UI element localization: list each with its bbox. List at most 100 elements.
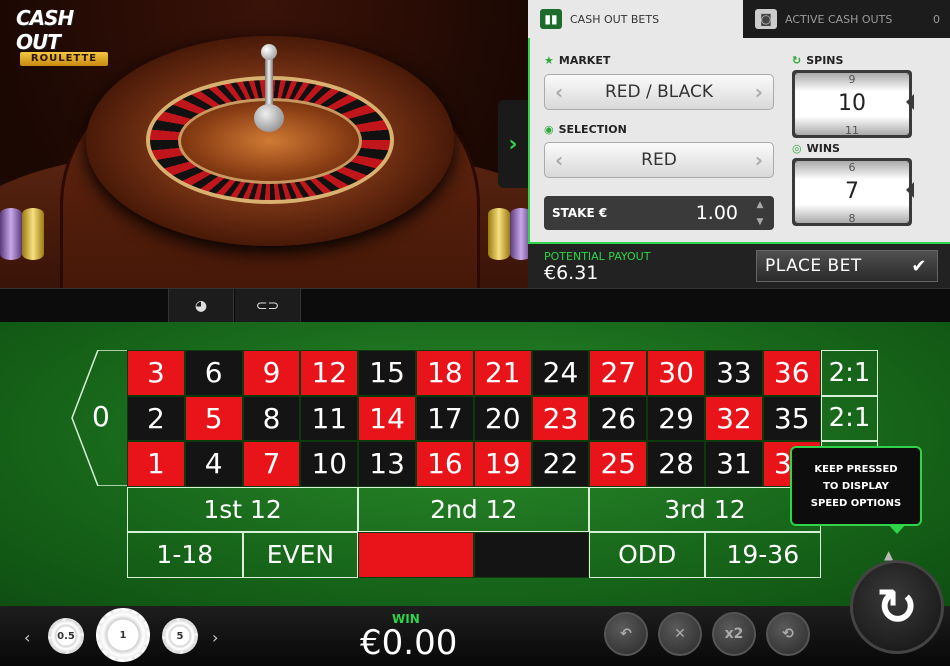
chevron-right-icon[interactable]: ›: [212, 628, 218, 647]
red-bet-cell[interactable]: [358, 532, 474, 578]
number-cell[interactable]: 25: [589, 441, 648, 487]
number-cell[interactable]: 22: [531, 441, 590, 487]
number-cell[interactable]: 35: [762, 395, 821, 441]
roulette-wheel-view: CASH OUT ROULETTE: [0, 0, 528, 288]
stake-stepper[interactable]: ▲ ▼: [746, 196, 774, 230]
chips-icon: ▮▮: [540, 9, 562, 29]
bet-form: ★ MARKET ‹ RED / BLACK › ◉ SELECTION ‹ R…: [528, 38, 950, 244]
number-cell[interactable]: 36: [762, 350, 821, 396]
number-cell[interactable]: 14: [358, 395, 416, 441]
dozen-bet-cell[interactable]: 1st 12: [127, 486, 359, 532]
wins-current: 7: [845, 179, 859, 204]
logo-subtitle: ROULETTE: [20, 52, 108, 66]
number-cell[interactable]: 32: [705, 395, 763, 441]
number-cell[interactable]: 19: [473, 441, 532, 487]
number-cell[interactable]: 11: [300, 395, 359, 441]
number-cell[interactable]: 10: [300, 441, 359, 487]
control-bar: ‹ 0.5 1 5 › WIN €0.00 ↶ ✕ x2 ⟲: [0, 606, 950, 666]
market-label-text: MARKET: [558, 54, 611, 67]
number-cell[interactable]: 8: [242, 395, 301, 441]
number-cell[interactable]: 18: [416, 350, 474, 396]
number-cell[interactable]: 6: [184, 350, 243, 396]
chip-1-selected[interactable]: 1: [96, 608, 150, 662]
stake-field[interactable]: STAKE € 1.00 ▲ ▼: [544, 196, 774, 230]
racetrack-view-button[interactable]: ⊂⊃: [235, 289, 301, 323]
star-icon: ★: [544, 54, 554, 67]
spins-drum[interactable]: 9 10 11: [792, 70, 914, 138]
spin-button[interactable]: ↻: [850, 560, 944, 654]
number-cell[interactable]: 3: [127, 350, 185, 396]
view-toolbar: ◕ ⊂⊃: [0, 288, 950, 323]
chevron-up-icon[interactable]: ▲: [757, 200, 764, 210]
cash-out-panel: ▮▮ CASH OUT BETS ◙ ACTIVE CASH OUTS 0 ★ …: [528, 0, 950, 288]
clear-bets-button[interactable]: ✕: [658, 612, 702, 656]
stats-view-button[interactable]: ◕: [168, 289, 234, 323]
market-value: RED / BLACK: [604, 82, 714, 102]
selection-value: RED: [641, 150, 677, 170]
chevron-right-icon[interactable]: ›: [755, 80, 763, 104]
number-cell[interactable]: 26: [589, 395, 648, 441]
column-bet-cell[interactable]: 2:1: [820, 395, 879, 441]
stake-value[interactable]: 1.00: [696, 202, 738, 224]
potential-payout-value: €6.31: [544, 262, 599, 284]
chevron-down-icon[interactable]: ▼: [757, 217, 764, 227]
number-cell[interactable]: 23: [531, 395, 590, 441]
dozen-bet-cell[interactable]: 2nd 12: [358, 486, 590, 532]
number-cell[interactable]: 5: [184, 395, 243, 441]
number-cell[interactable]: 12: [300, 350, 359, 396]
spins-label: ↻ SPINS: [792, 54, 843, 67]
number-cell[interactable]: 31: [705, 441, 763, 487]
chevron-left-icon[interactable]: ‹: [24, 628, 30, 647]
number-cell[interactable]: 9: [242, 350, 301, 396]
number-cell[interactable]: 33: [705, 350, 763, 396]
chevron-right-icon[interactable]: ›: [755, 148, 763, 172]
outside-bet-cell[interactable]: EVEN: [242, 532, 359, 578]
selection-label: ◉ SELECTION: [544, 123, 627, 136]
number-cell[interactable]: 17: [416, 395, 474, 441]
black-bet-cell[interactable]: [473, 532, 590, 578]
number-cell[interactable]: 27: [589, 350, 648, 396]
place-bet-button[interactable]: PLACE BET ✔: [756, 250, 938, 282]
number-cell[interactable]: 13: [358, 441, 416, 487]
number-cell[interactable]: 24: [531, 350, 590, 396]
market-selector[interactable]: ‹ RED / BLACK ›: [544, 74, 774, 110]
number-cell[interactable]: 1: [127, 441, 185, 487]
outside-bet-cell[interactable]: ODD: [589, 532, 705, 578]
chip-0-5[interactable]: 0.5: [48, 618, 84, 654]
chip-value: 1: [119, 629, 127, 641]
outside-bet-cell[interactable]: 19-36: [705, 532, 821, 578]
double-bets-button[interactable]: x2: [712, 612, 756, 656]
undo-button[interactable]: ↶: [604, 612, 648, 656]
place-bet-label: PLACE BET: [765, 256, 862, 276]
chip-5[interactable]: 5: [162, 618, 198, 654]
chevron-left-icon[interactable]: ‹: [555, 148, 563, 172]
number-cell[interactable]: 28: [647, 441, 705, 487]
number-cell[interactable]: 15: [358, 350, 416, 396]
spins-next: 11: [845, 124, 859, 137]
number-cell[interactable]: 2: [127, 395, 185, 441]
wins-drum[interactable]: 6 7 8: [792, 158, 914, 226]
number-cell[interactable]: 30: [647, 350, 705, 396]
selection-selector[interactable]: ‹ RED ›: [544, 142, 774, 178]
outside-bet-cell[interactable]: 1-18: [127, 532, 243, 578]
betting-table: 0 3 6 9 12 15 18 21 24 27 30 33 36 2:1 2 5 8 11 14 17 20 23 2…: [0, 322, 950, 606]
number-cell[interactable]: 29: [647, 395, 705, 441]
spin-arrow-icon: ↻: [876, 578, 918, 636]
chevron-right-icon: ›: [508, 131, 518, 157]
close-icon: ✕: [674, 626, 686, 642]
dozen-bet-cell[interactable]: 3rd 12: [589, 486, 821, 532]
number-cell[interactable]: 20: [473, 395, 532, 441]
tab-active-cash-outs[interactable]: ◙ ACTIVE CASH OUTS 0: [743, 0, 950, 38]
active-count-badge: 0: [933, 12, 940, 26]
number-cell[interactable]: 16: [416, 441, 474, 487]
column-bet-cell[interactable]: 2:1: [820, 350, 879, 396]
chevron-left-icon[interactable]: ‹: [555, 80, 563, 104]
number-cell[interactable]: 21: [473, 350, 532, 396]
expand-panel-button[interactable]: ›: [498, 100, 528, 188]
payout-bar: POTENTIAL PAYOUT €6.31 PLACE BET ✔: [528, 244, 950, 288]
rebet-button[interactable]: ⟲: [766, 612, 810, 656]
x2-label: x2: [724, 626, 744, 642]
number-cell[interactable]: 7: [242, 441, 301, 487]
number-cell[interactable]: 4: [184, 441, 243, 487]
tab-cash-out-bets[interactable]: ▮▮ CASH OUT BETS: [528, 0, 743, 38]
